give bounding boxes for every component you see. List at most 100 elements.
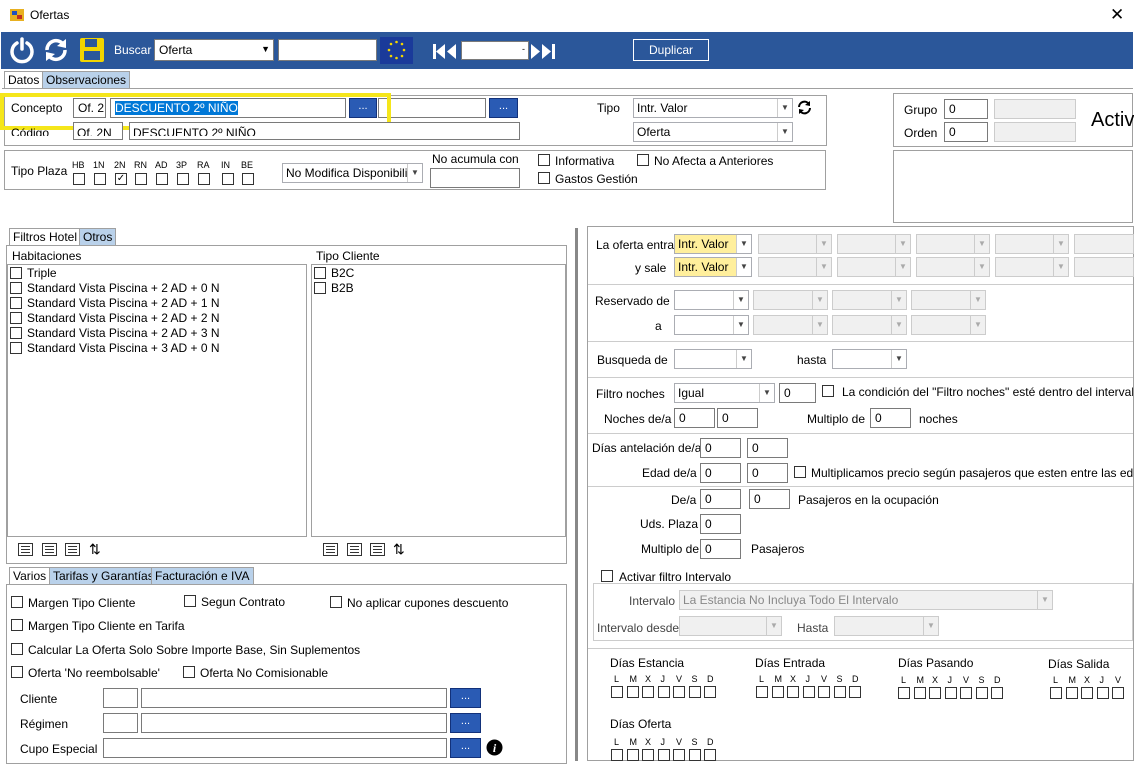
buscar-input[interactable] xyxy=(278,39,377,61)
weekday-checkbox-estancia[interactable] xyxy=(642,686,654,698)
plaza-checkbox[interactable] xyxy=(135,173,147,185)
concepto-extra-input[interactable] xyxy=(378,98,486,118)
habitacion-checkbox[interactable] xyxy=(10,282,22,294)
habitacion-checkbox[interactable] xyxy=(10,342,22,354)
antelacion-a-input[interactable]: 0 xyxy=(747,438,788,458)
noches-de-input[interactable]: 0 xyxy=(674,408,715,428)
reservado-de-select[interactable]: ▼ xyxy=(674,290,749,310)
weekday-checkbox-estancia[interactable] xyxy=(657,686,670,698)
plaza-checkbox[interactable] xyxy=(198,173,210,185)
habitacion-checkbox[interactable] xyxy=(10,297,22,309)
weekday-checkbox-entrada[interactable] xyxy=(771,686,784,698)
tipo-cliente-checkbox[interactable] xyxy=(314,267,326,279)
weekday-checkbox-pasando[interactable] xyxy=(991,687,1003,699)
weekday-checkbox-oferta[interactable] xyxy=(673,749,685,761)
weekday-checkbox-salida[interactable] xyxy=(1050,687,1062,699)
filtro-noches-select[interactable]: Igual ▼ xyxy=(674,383,775,403)
antelacion-de-input[interactable]: 0 xyxy=(700,438,741,458)
no-cupones-checkbox[interactable] xyxy=(330,596,342,608)
weekday-checkbox-entrada[interactable] xyxy=(756,686,768,698)
close-button[interactable]: ✕ xyxy=(1110,5,1124,25)
y-sale-select[interactable]: Intr. Valor ▼ xyxy=(674,257,752,277)
noches-a-input[interactable]: 0 xyxy=(717,408,758,428)
weekday-checkbox-pasando[interactable] xyxy=(913,687,926,699)
hab-deselect-icon[interactable] xyxy=(65,543,80,556)
plaza-checkbox[interactable] xyxy=(156,173,168,185)
tipo-cliente-checkbox[interactable] xyxy=(314,282,326,294)
weekday-checkbox-estancia[interactable] xyxy=(688,686,701,698)
first-record-icon[interactable] xyxy=(433,44,459,59)
weekday-checkbox-salida[interactable] xyxy=(1081,687,1093,699)
activar-filtro-checkbox[interactable] xyxy=(601,570,613,582)
plaza-checkbox[interactable] xyxy=(242,173,254,185)
weekday-checkbox-oferta[interactable] xyxy=(657,749,670,761)
tab-facturacion[interactable]: Facturación e IVA xyxy=(151,567,254,584)
weekday-checkbox-oferta[interactable] xyxy=(642,749,654,761)
cliente-name-input[interactable] xyxy=(141,688,447,708)
power-icon[interactable] xyxy=(8,36,36,64)
habitacion-checkbox[interactable] xyxy=(10,327,22,339)
habitacion-checkbox[interactable] xyxy=(10,267,22,279)
plaza-checkbox[interactable] xyxy=(73,173,85,185)
tab-filtros-hotel[interactable]: Filtros Hotel xyxy=(9,228,82,245)
tab-observaciones[interactable]: Observaciones xyxy=(42,71,131,88)
tipo-refresh-icon[interactable] xyxy=(797,100,812,115)
notes-area[interactable] xyxy=(893,150,1133,223)
cli-select-some-icon[interactable] xyxy=(347,543,362,556)
orden-input[interactable]: 0 xyxy=(944,122,988,142)
weekday-checkbox-oferta[interactable] xyxy=(611,749,623,761)
weekday-checkbox-salida[interactable] xyxy=(1096,687,1109,699)
duplicar-button[interactable]: Duplicar xyxy=(633,39,709,61)
tab-otros[interactable]: Otros xyxy=(79,228,117,245)
weekday-checkbox-salida[interactable] xyxy=(1065,687,1078,699)
margen-cliente-checkbox[interactable] xyxy=(11,596,23,608)
hab-select-some-icon[interactable] xyxy=(42,543,57,556)
plaza-checkbox[interactable] xyxy=(222,173,234,185)
calcular-checkbox[interactable] xyxy=(11,643,23,655)
weekday-checkbox-pasando[interactable] xyxy=(898,687,910,699)
hab-select-all-icon[interactable] xyxy=(18,543,33,556)
no-acumula-input[interactable] xyxy=(430,168,520,188)
weekday-checkbox-pasando[interactable] xyxy=(975,687,988,699)
disponibilidad-select[interactable]: No Modifica Disponibilid ▼ xyxy=(282,163,423,183)
intervalo-select[interactable]: La Estancia No Incluya Todo El Intervalo… xyxy=(679,590,1053,610)
regimen-code-input[interactable] xyxy=(103,713,138,733)
weekday-checkbox-entrada[interactable] xyxy=(802,686,815,698)
no-comisionable-checkbox[interactable] xyxy=(183,666,195,678)
pasajeros-a-input[interactable]: 0 xyxy=(749,489,790,509)
reservado-a-select[interactable]: ▼ xyxy=(674,315,749,335)
edad-de-input[interactable]: 0 xyxy=(700,463,741,483)
info-icon[interactable]: i xyxy=(486,739,503,756)
splitter[interactable] xyxy=(575,228,578,761)
informativa-checkbox[interactable] xyxy=(538,154,550,166)
multiplo-input[interactable]: 0 xyxy=(870,408,911,428)
weekday-checkbox-oferta[interactable] xyxy=(626,749,639,761)
habitacion-checkbox[interactable] xyxy=(10,312,22,324)
plaza-checkbox[interactable] xyxy=(177,173,189,185)
record-select[interactable]: - xyxy=(461,41,529,60)
filtro-noches-input[interactable]: 0 xyxy=(779,383,816,403)
hab-sort-icon[interactable]: ⇅ xyxy=(89,541,101,558)
weekday-checkbox-salida[interactable] xyxy=(1112,687,1124,699)
weekday-checkbox-oferta[interactable] xyxy=(704,749,716,761)
pasajeros-de-input[interactable]: 0 xyxy=(700,489,741,509)
grupo-input[interactable]: 0 xyxy=(944,99,988,119)
cli-deselect-icon[interactable] xyxy=(370,543,385,556)
weekday-checkbox-estancia[interactable] xyxy=(704,686,716,698)
plaza-checkbox[interactable]: ✓ xyxy=(115,173,127,185)
margen-tarifa-checkbox[interactable] xyxy=(11,619,23,631)
gastos-checkbox[interactable] xyxy=(538,172,550,184)
cupo-input[interactable] xyxy=(103,738,447,758)
oferta-entra-select[interactable]: Intr. Valor ▼ xyxy=(674,234,752,254)
weekday-checkbox-entrada[interactable] xyxy=(849,686,861,698)
weekday-checkbox-pasando[interactable] xyxy=(960,687,972,699)
edad-a-input[interactable]: 0 xyxy=(747,463,788,483)
busqueda-hasta-select[interactable]: ▼ xyxy=(832,349,907,369)
busqueda-de-select[interactable]: ▼ xyxy=(674,349,752,369)
multiplicamos-checkbox[interactable] xyxy=(794,466,806,478)
cli-sort-icon[interactable]: ⇅ xyxy=(393,541,405,558)
last-record-icon[interactable] xyxy=(531,44,557,59)
tipo-select[interactable]: Intr. Valor ▼ xyxy=(633,98,793,118)
weekday-checkbox-pasando[interactable] xyxy=(944,687,957,699)
segun-contrato-checkbox[interactable] xyxy=(184,595,196,607)
